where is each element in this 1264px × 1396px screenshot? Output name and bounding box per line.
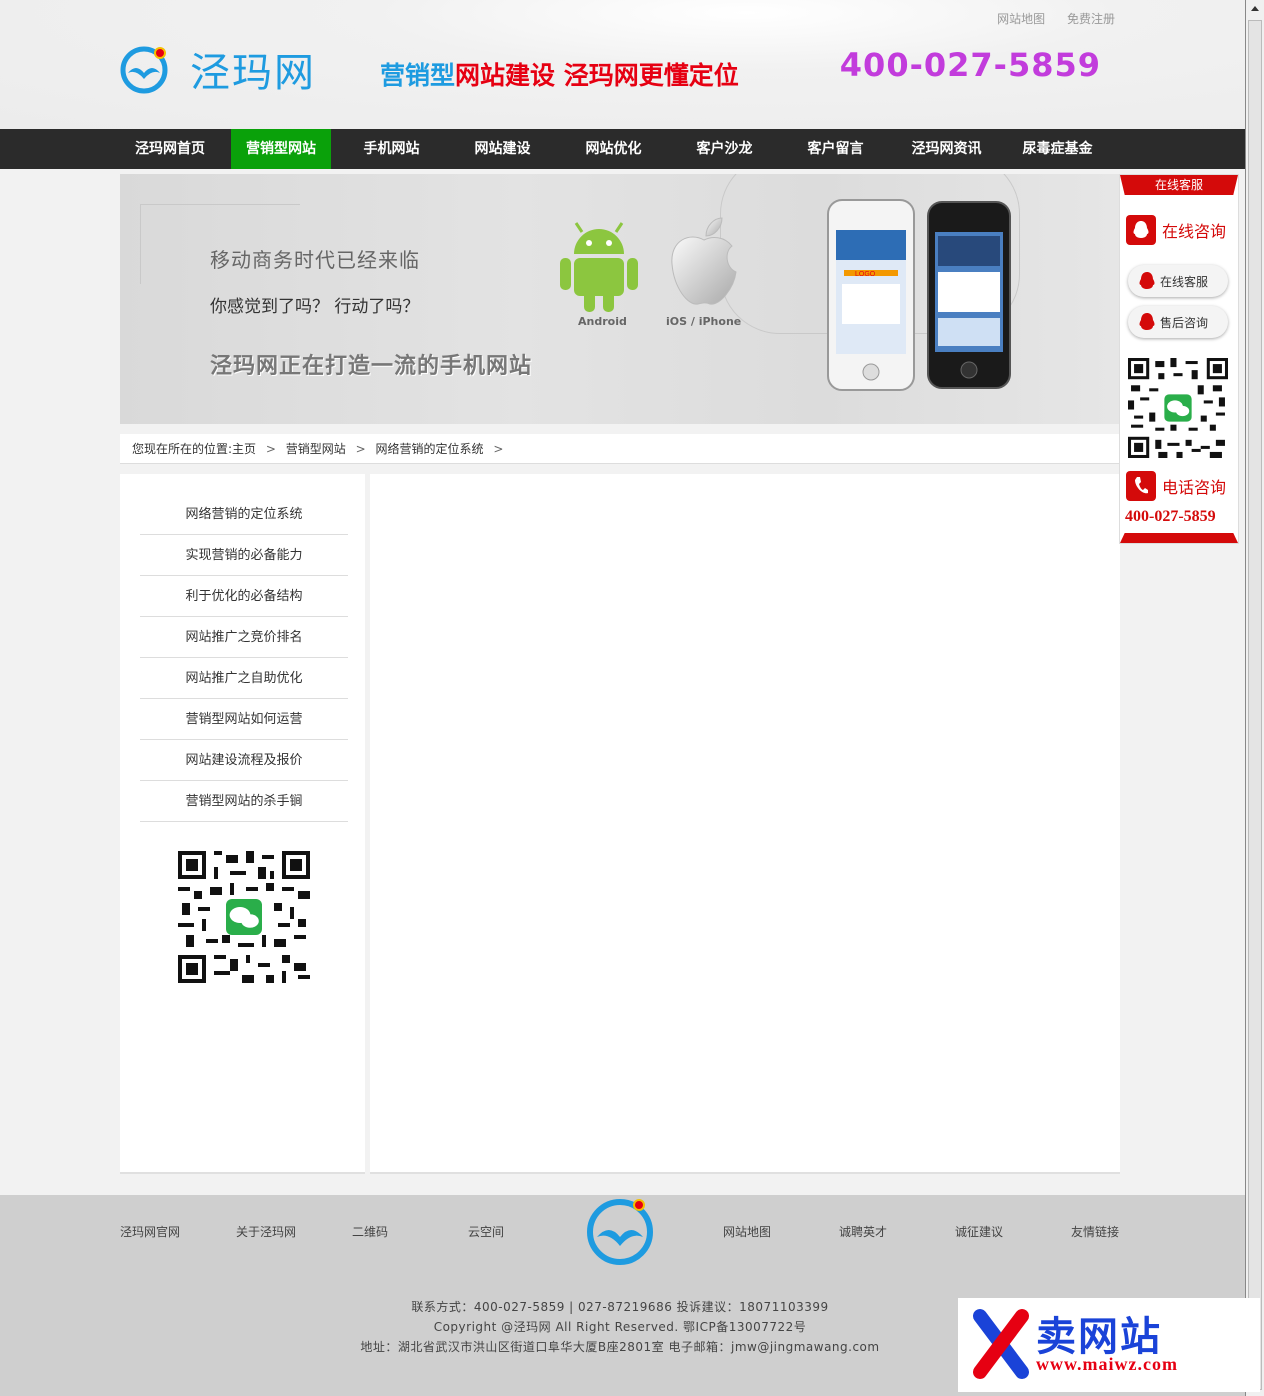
footer-link[interactable]: 诚征建议: [955, 1223, 1003, 1240]
service-panel-footer: [1120, 533, 1238, 543]
watermark-x-icon: [973, 1309, 1029, 1379]
register-link[interactable]: 免费注册: [1067, 12, 1115, 26]
watermark-url: www.maiwz.com: [1036, 1354, 1178, 1374]
breadcrumb-home[interactable]: 主页: [232, 442, 256, 456]
footer-link[interactable]: 友情链接: [1071, 1223, 1119, 1240]
qq-icon: [1139, 272, 1155, 289]
online-service-label: 在线客服: [1160, 274, 1209, 289]
service-panel-title: 在线客服: [1120, 175, 1238, 195]
android-icon: [560, 222, 638, 312]
slogan: 营销型网站建设 泾玛网更懂定位: [380, 56, 739, 92]
main-content: [370, 474, 1120, 1174]
online-consult-link[interactable]: 在线咨询: [1126, 215, 1226, 245]
nav-item-mobile-site[interactable]: 手机网站: [336, 129, 447, 169]
phone-screen-logo: LOGO: [855, 271, 876, 278]
scrollbar-thumb[interactable]: [1248, 20, 1262, 1390]
footer-logo-icon: [587, 1199, 653, 1265]
sidebar-item[interactable]: 网站推广之自助优化: [140, 658, 348, 699]
sidebar-item[interactable]: 网站建设流程及报价: [140, 740, 348, 781]
online-service-panel: 在线客服 在线咨询 在线客服 售后咨询 电话咨询 400-027-5859: [1119, 174, 1239, 544]
nav-item-news[interactable]: 泾玛网资讯: [891, 129, 1002, 169]
breadcrumb-current[interactable]: 网络营销的定位系统: [376, 442, 484, 456]
nav-item-home[interactable]: 泾玛网首页: [120, 129, 220, 169]
wechat-qr-code: [178, 851, 310, 983]
slogan-part1: 营销型: [380, 61, 456, 90]
banner-line1: 移动商务时代已经来临: [210, 248, 420, 272]
nav-item-marketing-site[interactable]: 营销型网站: [231, 129, 331, 169]
breadcrumb: 您现在所在的位置:主页 > 营销型网站 > 网络营销的定位系统 >: [120, 434, 1120, 464]
sidebar-item[interactable]: 网站推广之竞价排名: [140, 617, 348, 658]
hero-banner: 移动商务时代已经来临 你感觉到了吗？ 行动了吗？ 泾玛网正在打造一流的手机网站 …: [120, 174, 1120, 424]
ios-label: iOS / iPhone: [666, 315, 742, 328]
after-sales-label: 售后咨询: [1160, 315, 1209, 330]
sitemap-link[interactable]: 网站地图: [997, 12, 1045, 26]
logo-icon: [120, 46, 168, 94]
sidebar: 网络营销的定位系统 实现营销的必备能力 利于优化的必备结构 网站推广之竞价排名 …: [120, 474, 365, 1174]
sidebar-menu: 网络营销的定位系统 实现营销的必备能力 利于优化的必备结构 网站推广之竞价排名 …: [140, 494, 348, 822]
header-phone: 400-027-5859: [839, 46, 1101, 84]
online-consult-label: 在线咨询: [1162, 222, 1227, 241]
page-scrollbar[interactable]: [1245, 0, 1264, 1396]
breadcrumb-sep: >: [265, 442, 276, 456]
online-service-button[interactable]: 在线客服: [1128, 265, 1228, 297]
sidebar-item[interactable]: 营销型网站的杀手锏: [140, 781, 348, 822]
scroll-up-arrow-icon[interactable]: [1248, 2, 1262, 16]
phone-consult-label: 电话咨询: [1162, 478, 1227, 497]
qq-icon: [1139, 313, 1155, 330]
breadcrumb-prefix: 您现在所在的位置:: [132, 442, 233, 456]
banner-line2: 你感觉到了吗？ 行动了吗？: [210, 297, 420, 317]
main-nav: 泾玛网首页 营销型网站 手机网站 网站建设 网站优化 客户沙龙 客户留言 泾玛网…: [0, 129, 1245, 169]
logo-text: 泾玛网: [190, 50, 316, 96]
footer-link[interactable]: 诚聘英才: [839, 1223, 887, 1240]
footer-link[interactable]: 云空间: [468, 1223, 504, 1240]
nav-item-web-build[interactable]: 网站建设: [447, 129, 558, 169]
nav-item-messages[interactable]: 客户留言: [780, 129, 891, 169]
sidebar-item[interactable]: 利于优化的必备结构: [140, 576, 348, 617]
qq-icon: [1126, 215, 1156, 245]
footer-link[interactable]: 网站地图: [723, 1223, 771, 1240]
footer-link[interactable]: 泾玛网官网: [120, 1223, 180, 1240]
nav-item-seo[interactable]: 网站优化: [558, 129, 669, 169]
site-logo[interactable]: 泾玛网: [118, 40, 316, 98]
nav-item-salon[interactable]: 客户沙龙: [669, 129, 780, 169]
slogan-part2: 网站建设 泾玛网更懂定位: [455, 61, 739, 90]
after-sales-button[interactable]: 售后咨询: [1128, 306, 1228, 338]
breadcrumb-sep: >: [493, 442, 504, 456]
banner-line3: 泾玛网正在打造一流的手机网站: [210, 354, 533, 379]
sidebar-item[interactable]: 营销型网站如何运营: [140, 699, 348, 740]
breadcrumb-category[interactable]: 营销型网站: [286, 442, 346, 456]
phones-illustration: LOGO: [827, 199, 1011, 391]
service-phone-number: 400-027-5859: [1125, 508, 1216, 525]
nav-item-fund[interactable]: 尿毒症基金: [1002, 129, 1113, 169]
sidebar-item[interactable]: 网络营销的定位系统: [140, 494, 348, 535]
wechat-qr-code: [1128, 358, 1228, 458]
breadcrumb-sep: >: [355, 442, 366, 456]
phone-consult-link[interactable]: 电话咨询: [1126, 471, 1226, 501]
apple-icon: [671, 217, 737, 305]
sidebar-item[interactable]: 实现营销的必备能力: [140, 535, 348, 576]
footer-link[interactable]: 关于泾玛网: [236, 1223, 296, 1240]
site-header: 网站地图 免费注册 泾玛网 营销型网站建设 泾玛网更懂定位 400-027-58…: [0, 0, 1245, 129]
top-links: 网站地图 免费注册: [979, 10, 1115, 27]
phone-icon: [1126, 471, 1156, 501]
watermark: 卖网站 www.maiwz.com: [958, 1298, 1260, 1392]
android-label: Android: [578, 315, 627, 328]
footer-link[interactable]: 二维码: [352, 1223, 388, 1240]
